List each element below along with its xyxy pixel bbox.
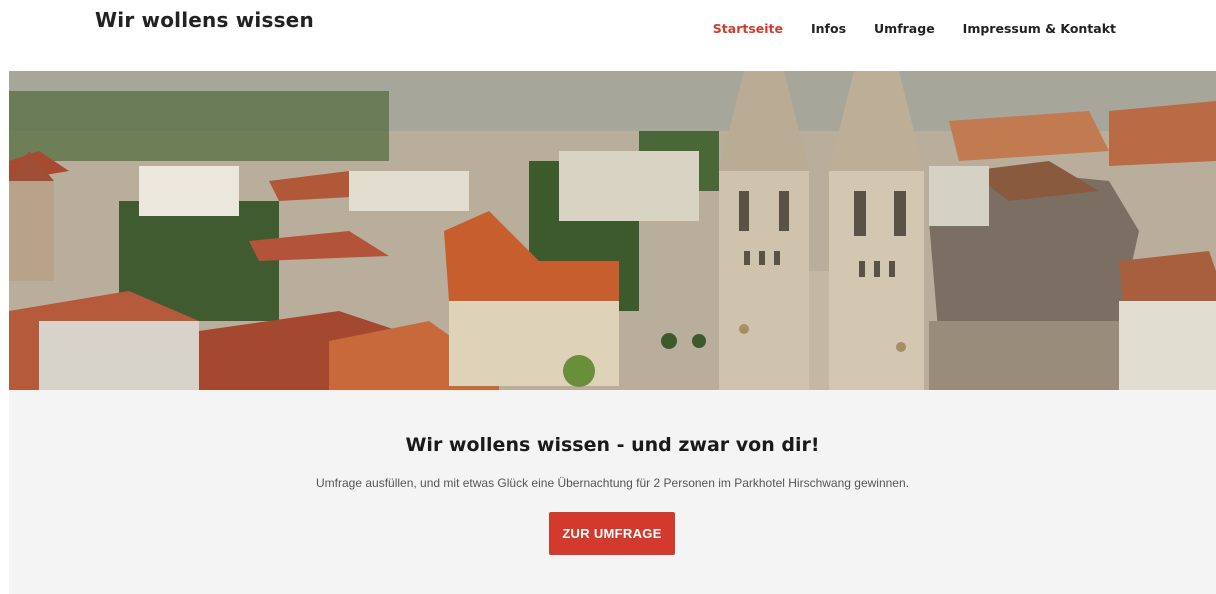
page: Wir wollens wissen Startseite Infos Umfr… xyxy=(0,0,1216,594)
nav-item-infos[interactable]: Infos xyxy=(811,21,846,36)
cta-headline: Wir wollens wissen - und zwar von dir! xyxy=(405,434,820,456)
cta-section: Wir wollens wissen - und zwar von dir! U… xyxy=(9,390,1216,594)
cta-text: Umfrage ausfüllen, und mit etwas Glück e… xyxy=(316,476,909,490)
aerial-city-photo xyxy=(9,71,1216,390)
hero-image xyxy=(9,71,1216,390)
main-nav: Startseite Infos Umfrage Impressum & Kon… xyxy=(713,21,1116,36)
site-header: Wir wollens wissen Startseite Infos Umfr… xyxy=(0,0,1216,70)
survey-button[interactable]: ZUR UMFRAGE xyxy=(549,512,675,555)
nav-item-umfrage[interactable]: Umfrage xyxy=(874,21,935,36)
nav-item-impressum-kontakt[interactable]: Impressum & Kontakt xyxy=(963,21,1116,36)
nav-item-startseite[interactable]: Startseite xyxy=(713,21,783,36)
site-title[interactable]: Wir wollens wissen xyxy=(95,8,314,32)
